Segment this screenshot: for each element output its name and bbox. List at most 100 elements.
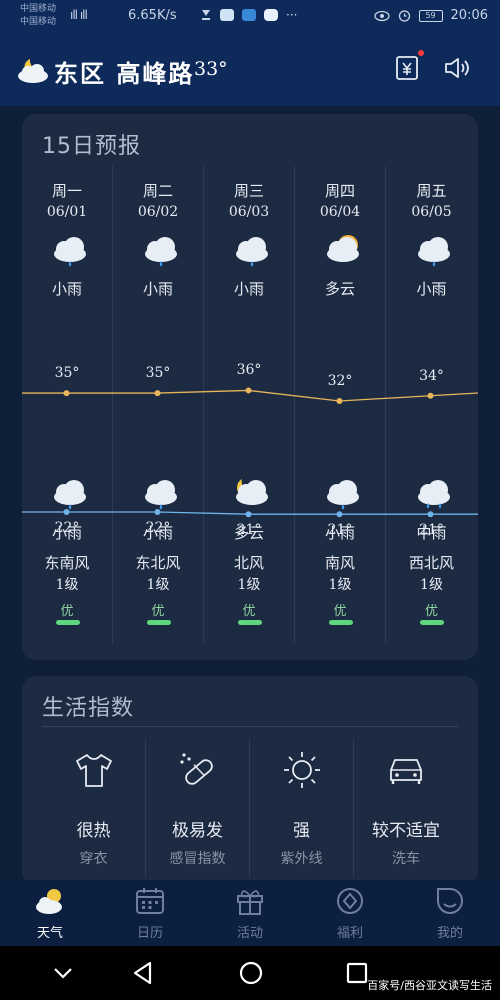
night-condition: 中雨	[416, 524, 447, 542]
day-condition: 小雨	[51, 280, 82, 298]
nav-weather[interactable]: 天气	[0, 880, 100, 946]
more-icon: ···	[286, 8, 298, 22]
life-item-value: 较不适宜	[372, 821, 440, 841]
air-quality-label: 优	[151, 604, 165, 619]
voice-broadcast-button[interactable]	[442, 52, 472, 84]
life-item-cold[interactable]: 极易发 感冒指数	[146, 738, 250, 878]
wind-direction: 东南风	[44, 554, 90, 572]
wind-level: 1级	[237, 577, 261, 593]
nav-activity[interactable]: 活动	[200, 880, 300, 946]
light-rain-icon	[54, 237, 86, 267]
nav-welfare[interactable]: 福利	[300, 880, 400, 946]
air-quality-label: 优	[60, 604, 74, 619]
browser-app-icon	[264, 9, 278, 21]
alarm-icon	[398, 10, 410, 22]
notification-icons: ···	[200, 8, 297, 22]
watermark: 百家号/西谷亚文读写生活	[367, 979, 492, 992]
eye-icon	[373, 10, 390, 21]
light-rain-icon	[236, 237, 268, 267]
wind-direction: 西北风	[408, 554, 454, 572]
life-item-label: 穿衣	[79, 851, 108, 867]
nav-label: 活动	[236, 926, 263, 941]
app-header: 东区 高峰路 33°	[0, 32, 500, 106]
chevron-down-icon[interactable]	[48, 958, 78, 988]
wind-direction: 东北风	[135, 554, 181, 572]
forecast-day-column[interactable]: 周二 06/02 小雨 35° 22° 小雨 东北风 1级优	[113, 166, 204, 644]
fee-button[interactable]	[392, 50, 424, 84]
download-icon	[202, 10, 210, 20]
gift-icon	[237, 890, 263, 915]
high-temp-label: 36°	[236, 362, 262, 379]
fee-icon	[396, 56, 418, 80]
wind-direction: 南风	[324, 554, 355, 572]
wind-level: 1级	[328, 577, 352, 593]
partly-cloudy-icon	[327, 235, 359, 262]
life-item-value: 很热	[76, 821, 111, 841]
air-quality-bar	[420, 620, 444, 625]
air-quality-bar	[329, 620, 353, 625]
high-temp-label: 32°	[327, 373, 353, 389]
air-quality-bar	[147, 620, 171, 625]
life-item-uv[interactable]: 强 紫外线	[250, 738, 354, 878]
date-label: 06/01	[46, 204, 88, 220]
night-condition: 小雨	[324, 524, 355, 542]
carrier-labels: 中国移动 中国移动	[20, 3, 56, 29]
air-quality-label: 优	[424, 604, 438, 619]
forecast-day-column[interactable]: 周五 06/05 小雨 34° 21° 中雨 西北风 1级优	[386, 166, 477, 644]
life-item-label: 洗车	[392, 851, 420, 867]
carrier-2: 中国移动	[20, 17, 57, 27]
bottom-nav: 天气 日历 活动 福利 我的	[0, 880, 500, 946]
day-condition: 小雨	[416, 280, 447, 298]
wind-direction: 北风	[233, 554, 264, 572]
high-temp-label: 35°	[145, 365, 171, 382]
weather-app-icon	[220, 9, 234, 21]
life-item-label: 感冒指数	[169, 851, 226, 867]
network-speed: 6.65K/s	[128, 8, 177, 23]
life-item-value: 极易发	[172, 821, 223, 841]
weekday-label: 周一	[51, 182, 82, 200]
status-bar: 中国移动 中国移动 ıll ıll 6.65K/s ··· 59 20:06	[0, 0, 500, 32]
signal-icon: ıll ıll	[70, 8, 88, 22]
forecast-day-column[interactable]: 周一 06/01 小雨 35° 22° 小雨 东南风 1级优	[22, 166, 113, 644]
air-quality-label: 优	[242, 604, 256, 619]
carrier-1: 中国移动	[20, 4, 57, 14]
weekday-label: 周四	[324, 182, 355, 200]
light-rain-icon	[327, 480, 359, 510]
current-temperature: 33°	[194, 58, 228, 80]
life-index-items: 很热 穿衣 极易发 感冒指数 强 紫外线 较不适宜 洗车	[42, 738, 458, 878]
forecast-days[interactable]: 周一 06/01 小雨 35° 22° 小雨 东南风 1级优周二 06/02 小雨 35° 22° 小雨…	[22, 166, 478, 644]
back-icon[interactable]	[128, 958, 158, 988]
nav-label: 天气	[36, 926, 63, 941]
night-condition: 多云	[233, 524, 264, 542]
date-label: 06/05	[411, 204, 452, 220]
light-rain-icon	[145, 480, 177, 510]
forecast-day-column[interactable]: 周四 06/04 多云 32° 21° 小雨 南风 1级优	[295, 166, 386, 644]
day-condition: 小雨	[233, 280, 264, 298]
life-item-label: 紫外线	[280, 851, 323, 867]
pill-icon	[180, 753, 213, 785]
nav-profile[interactable]: 我的	[400, 880, 500, 946]
nav-label: 福利	[336, 926, 363, 941]
nav-label: 我的	[436, 926, 463, 941]
life-item-clothing[interactable]: 很热 穿衣	[42, 738, 146, 878]
nav-label: 日历	[136, 926, 163, 941]
wind-level: 1级	[420, 577, 443, 593]
divider	[42, 726, 458, 727]
status-right: 59 20:06	[373, 8, 488, 23]
weather-icon	[36, 889, 62, 914]
battery-icon: 59	[418, 9, 443, 22]
location-title[interactable]: 东区 高峰路	[54, 54, 194, 89]
life-index-card: 生活指数 很热 穿衣 极易发 感冒指数 强 紫外线 较不适宜 洗车	[22, 676, 478, 886]
home-icon[interactable]	[236, 958, 266, 988]
speaker-icon	[445, 58, 469, 78]
wind-level: 1级	[55, 577, 79, 593]
weekday-label: 周五	[416, 182, 447, 200]
forecast-day-column[interactable]: 周三 06/03 小雨 36° 21° 多云 北风 1级优	[204, 166, 295, 644]
profile-icon	[437, 888, 463, 914]
life-index-title: 生活指数	[42, 696, 135, 721]
high-temp-label: 34°	[419, 367, 444, 384]
nav-calendar[interactable]: 日历	[100, 880, 200, 946]
date-label: 06/02	[137, 204, 179, 220]
life-item-carwash[interactable]: 较不适宜 洗车	[354, 738, 458, 878]
notification-dot	[418, 50, 424, 56]
